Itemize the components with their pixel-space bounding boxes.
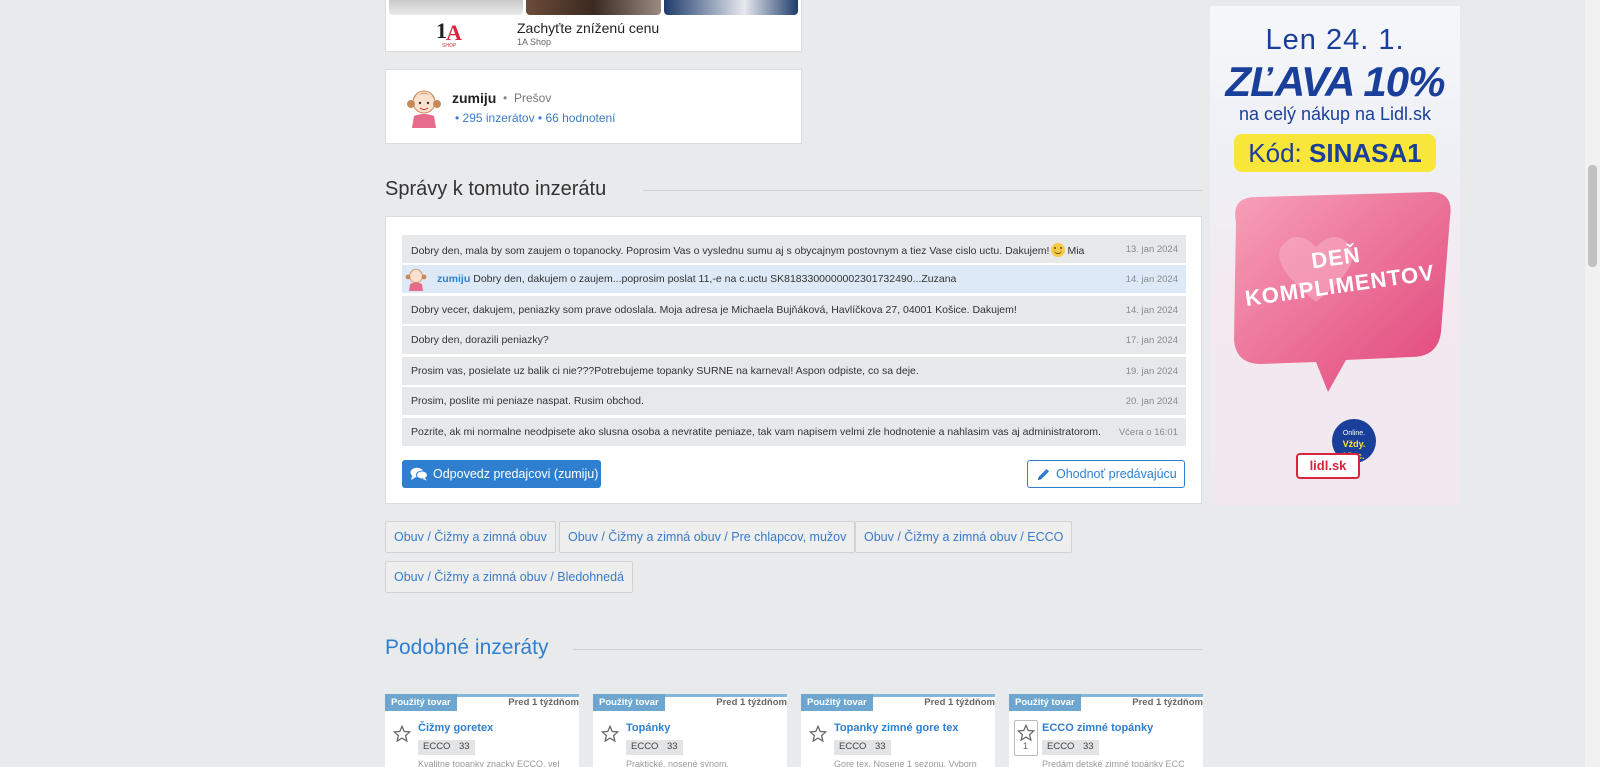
listing-age: Pred 1 týždňom	[508, 697, 579, 708]
message-text: zumiju Dobry den, dakujem o zaujem...popr…	[437, 273, 957, 285]
message-date: Včera o 16:01	[1118, 427, 1178, 438]
favorite-star-icon[interactable]	[601, 725, 619, 743]
ad-shop-name: 1A Shop	[517, 37, 552, 47]
listing-description: Kvalitne topanky znacky ECCO, vel	[418, 759, 560, 767]
message-row: Prosim, poslite mi peniaze naspat. Rusim…	[402, 387, 1186, 415]
lidl-logo: lidl.sk	[1296, 453, 1360, 479]
favorite-star-icon[interactable]	[1017, 724, 1035, 742]
messages-heading: Správy k tomuto inzerátu	[385, 178, 1202, 201]
condition-badge: Použitý tovar	[385, 694, 457, 711]
message-text: Prosim vas, posielate uz balik ci nie???…	[411, 365, 919, 377]
condition-badge: Použitý tovar	[1009, 694, 1081, 711]
rate-seller-button[interactable]: Ohodnoť predávajúcu	[1027, 460, 1185, 488]
listing-age: Pred 1 týždňom	[1132, 697, 1203, 708]
ad-discount-line: ZĽAVA 10%	[1225, 58, 1446, 105]
message-text: Dobry vecer, dakujem, peniazky som prave…	[411, 304, 1017, 316]
category-tag[interactable]: Obuv / Čižmy a zimná obuv / ECCO	[855, 521, 1073, 553]
similar-listing-card[interactable]: Použitý tovar Pred 1 týždňom Topánky ECC…	[593, 694, 787, 767]
message-date: 19. jan 2024	[1125, 366, 1178, 377]
listing-description: Predám detské zimné topánky ECC	[1042, 759, 1185, 767]
ad-promo-code: Kód: SINASA1	[1234, 134, 1436, 172]
message-date: 17. jan 2024	[1125, 335, 1178, 346]
favorite-count: 1	[1023, 741, 1029, 751]
message-row: Dobry vecer, dakujem, peniazky som prave…	[402, 296, 1186, 324]
lidl-banner-ad[interactable]: Len 24. 1. ZĽAVA 10% na celý nákup na Li…	[1210, 6, 1460, 506]
page-scrollbar[interactable]	[1585, 0, 1600, 767]
category-tag[interactable]: Obuv / Čižmy a zimná obuv / Bledohnedá	[385, 561, 633, 593]
seller-card: zumiju • Prešov • 295 inzerátov • 66 hod…	[385, 69, 802, 144]
ad-thumbnails	[386, 0, 801, 16]
brand-chip: ECCO	[834, 740, 872, 755]
listing-age: Pred 1 týždňom	[924, 697, 995, 708]
size-chip: 33	[870, 740, 891, 755]
smile-emoji-icon	[1051, 243, 1066, 257]
rate-button-label: Ohodnoť predávajúcu	[1056, 467, 1177, 481]
category-tag[interactable]: Obuv / Čižmy a zimná obuv / Pre chlapcov…	[559, 521, 856, 553]
ad-scope-line: na celý nákup na Lidl.sk	[1238, 104, 1432, 124]
heading-rule	[573, 649, 1202, 650]
ad-date-line: Len 24. 1.	[1265, 24, 1405, 56]
scrollbar-thumb[interactable]	[1588, 165, 1597, 267]
reply-button-label: Odpovedz predajcovi (zumiju)	[433, 467, 599, 481]
chat-bubbles-icon	[410, 467, 428, 481]
similar-listing-card[interactable]: Použitý tovar Pred 1 týždňom Čižmy goret…	[385, 694, 579, 767]
condition-badge: Použitý tovar	[801, 694, 873, 711]
heading-rule	[643, 190, 1202, 191]
similar-listing-card[interactable]: Použitý tovar Pred 1 týždňom Topanky zim…	[801, 694, 995, 767]
messages-heading-text: Správy k tomuto inzerátu	[385, 178, 607, 200]
similar-heading: Podobné inzeráty	[385, 636, 1202, 660]
brand-chip: ECCO	[1042, 740, 1080, 755]
listing-description: Gore tex. Nosene 1 sezonu. Vyborn	[834, 759, 977, 767]
logo-text-shop: SHOP	[442, 43, 457, 49]
reply-to-seller-button[interactable]: Odpovedz predajcovi (zumiju)	[402, 460, 601, 488]
similar-heading-text: Podobné inzeráty	[385, 636, 549, 659]
ad-thumbnail[interactable]	[526, 0, 661, 15]
ad-title[interactable]: Zachyťte zníženú cenu	[517, 20, 659, 36]
size-chip: 33	[454, 740, 475, 755]
condition-badge: Použitý tovar	[593, 694, 665, 711]
pencil-icon	[1038, 468, 1049, 480]
seller-mini-avatar	[405, 269, 427, 291]
message-author[interactable]: zumiju	[437, 273, 470, 285]
message-text: Dobry den, dorazili peniazky?	[411, 334, 549, 346]
seller-avatar[interactable]	[406, 86, 442, 130]
listing-title[interactable]: ECCO zimné topánky	[1042, 722, 1153, 734]
brand-chip: ECCO	[418, 740, 456, 755]
message-row: Pozrite, ak mi normalne neodpisete ako s…	[402, 418, 1186, 446]
message-row: Dobry den, dorazili peniazky? 17. jan 20…	[402, 326, 1186, 354]
similar-listing-card[interactable]: Použitý tovar Pred 1 týždňom 1 ECCO zimn…	[1009, 694, 1203, 767]
seller-city: Prešov	[514, 91, 552, 105]
ad-thumbnail[interactable]	[389, 0, 524, 15]
message-text: Dobry den, mala by som zaujem o topanock…	[411, 243, 1085, 257]
favorite-star-icon[interactable]	[393, 725, 411, 743]
message-row: Dobry den, mala by som zaujem o topanock…	[402, 235, 1186, 263]
brand-chip: ECCO	[626, 740, 664, 755]
top-ad-card[interactable]: 1 A SHOP Zachyťte zníženú cenu 1A Shop	[385, 0, 802, 52]
message-row: Prosim vas, posielate uz balik ci nie???…	[402, 357, 1186, 385]
message-text: Prosim, poslite mi peniaze naspat. Rusim…	[411, 395, 644, 407]
category-tag[interactable]: Obuv / Čižmy a zimná obuv	[385, 521, 556, 553]
favorite-star-icon[interactable]	[809, 725, 827, 743]
shop-logo: 1 A SHOP	[436, 18, 466, 49]
listing-title[interactable]: Čižmy goretex	[418, 722, 493, 734]
logo-text-one: 1	[436, 18, 447, 43]
listing-age: Pred 1 týždňom	[716, 697, 787, 708]
message-date: 20. jan 2024	[1125, 396, 1178, 407]
separator: •	[503, 91, 508, 105]
listing-title[interactable]: Topánky	[626, 722, 670, 734]
size-chip: 33	[662, 740, 683, 755]
listing-description: Praktické, nosené synom.	[626, 759, 730, 767]
messages-panel: Dobry den, mala by som zaujem o topanock…	[385, 216, 1202, 504]
message-date: 14. jan 2024	[1125, 305, 1178, 316]
size-chip: 33	[1078, 740, 1099, 755]
message-row-reply: zumiju Dobry den, dakujem o zaujem...popr…	[402, 265, 1186, 293]
seller-name[interactable]: zumiju	[452, 90, 496, 106]
message-text: Pozrite, ak mi normalne neodpisete ako s…	[411, 426, 1101, 438]
message-date: 13. jan 2024	[1125, 244, 1178, 255]
listing-title[interactable]: Topanky zimné gore tex	[834, 722, 959, 734]
ad-thumbnail[interactable]	[663, 0, 798, 15]
seller-stats[interactable]: • 295 inzerátov • 66 hodnotení	[455, 111, 616, 125]
message-date: 14. jan 2024	[1125, 274, 1178, 285]
